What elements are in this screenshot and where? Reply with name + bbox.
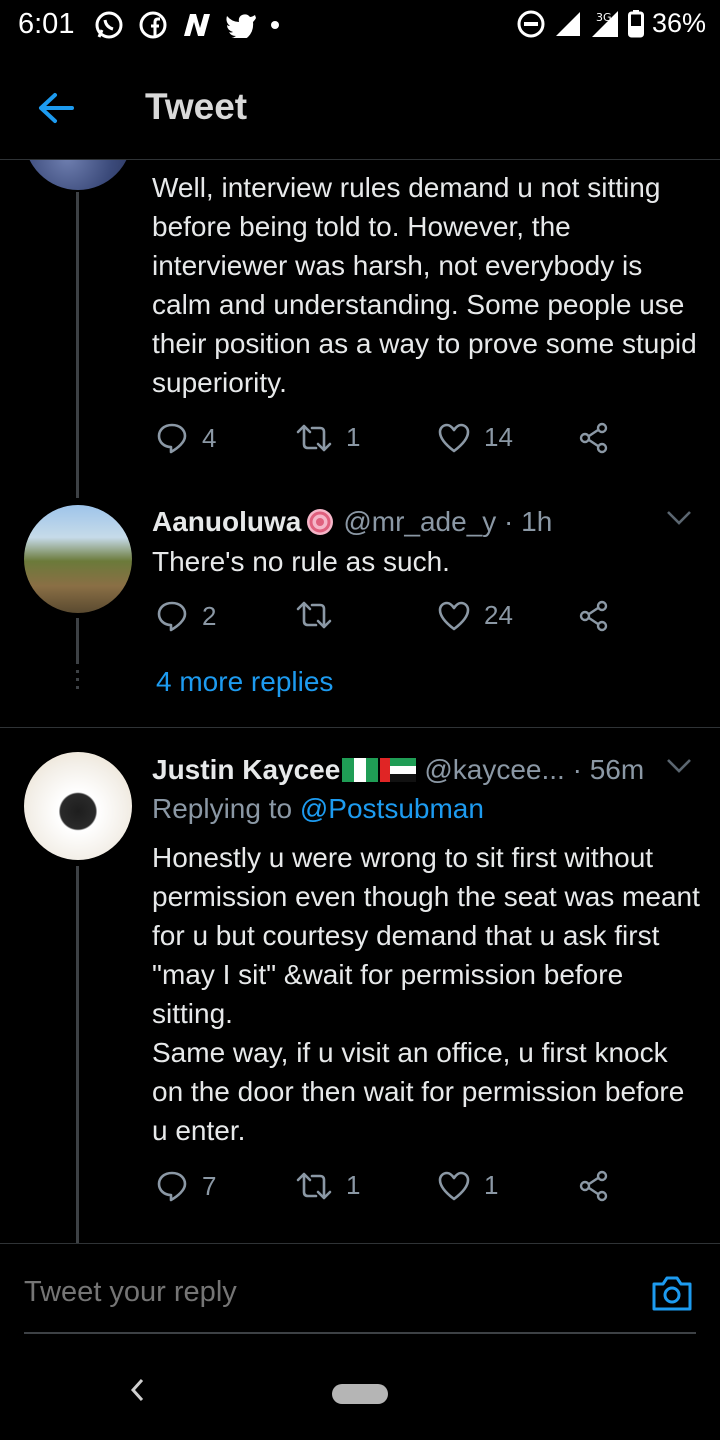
dot-icon — [270, 20, 280, 30]
like-button[interactable]: 24 — [438, 600, 513, 631]
facebook-icon — [138, 10, 168, 40]
tweet-menu-button[interactable] — [666, 510, 692, 531]
reply-button[interactable]: 2 — [156, 600, 216, 632]
tweet-header: Justin Kaycee @kaycee... · 56m — [152, 754, 644, 786]
reply-icon — [157, 1171, 187, 1202]
candy-emoji-icon — [305, 507, 335, 537]
news-icon — [182, 12, 212, 38]
home-pill-button[interactable] — [332, 1384, 388, 1404]
divider — [0, 1243, 720, 1244]
divider — [0, 727, 720, 728]
twitter-icon — [226, 12, 256, 38]
whatsapp-icon — [94, 10, 124, 40]
reply-button[interactable]: 7 — [156, 1170, 216, 1202]
camera-button[interactable] — [650, 1274, 694, 1317]
share-button[interactable] — [578, 600, 610, 632]
chevron-left-icon — [130, 1378, 144, 1402]
mention-link[interactable]: @Postsubman — [300, 793, 484, 824]
app-bar: Tweet — [0, 60, 720, 160]
reply-count: 7 — [202, 1170, 217, 1201]
system-back-button[interactable] — [126, 1376, 148, 1409]
chevron-down-icon — [667, 759, 691, 773]
share-icon — [579, 422, 608, 454]
display-name[interactable]: Aanuoluwa — [152, 506, 301, 538]
chevron-down-icon — [667, 511, 691, 525]
like-count: 14 — [484, 422, 513, 452]
replying-to-prefix: Replying to — [152, 793, 300, 824]
reply-count: 2 — [202, 600, 217, 631]
tweet-paragraph: Same way, if u visit an office, u first … — [152, 1037, 685, 1146]
avatar[interactable] — [24, 752, 132, 860]
arrow-left-icon — [39, 93, 74, 123]
battery-icon — [627, 9, 644, 38]
retweet-count: 1 — [346, 422, 361, 452]
more-replies-link[interactable]: 4 more replies — [156, 666, 333, 698]
tweet-header: Aanuoluwa @mr_ade_y · 1h — [152, 506, 552, 538]
like-button[interactable]: 14 — [438, 422, 513, 453]
reply-button[interactable]: 4 — [156, 422, 216, 454]
status-bar: 6:01 3G 36% — [0, 0, 720, 50]
reply-icon — [157, 601, 187, 632]
retweet-icon — [296, 424, 332, 451]
tweet-paragraph: Honestly u were wrong to sit first witho… — [152, 842, 700, 1029]
thread-dots — [76, 686, 79, 689]
tweet-actions: 4 1 14 — [152, 422, 622, 462]
retweet-button[interactable] — [296, 600, 346, 630]
handle-timestamp: @kaycee... · 56m — [424, 754, 645, 785]
tweet-text: Honestly u were wrong to sit first witho… — [152, 838, 702, 1150]
nigeria-flag-icon — [342, 758, 379, 782]
tweet-actions: 2 24 — [152, 600, 622, 640]
like-count: 1 — [484, 1170, 499, 1200]
network-type: 3G — [596, 11, 612, 24]
reply-count: 4 — [202, 422, 217, 453]
retweet-button[interactable]: 1 — [296, 422, 360, 453]
replying-to: Replying to @Postsubman — [152, 793, 484, 825]
notification-icons — [94, 10, 280, 40]
heart-icon — [438, 1171, 470, 1200]
share-icon — [579, 600, 608, 632]
thread-line — [76, 866, 79, 1244]
system-icons: 3G 36% — [516, 8, 706, 39]
system-nav-bar — [0, 1350, 720, 1440]
handle-timestamp: @mr_ade_y · 1h — [343, 506, 553, 537]
avatar[interactable] — [24, 505, 132, 613]
uae-flag-icon — [380, 758, 417, 782]
retweet-button[interactable]: 1 — [296, 1170, 360, 1201]
signal-3g-icon: 3G — [590, 9, 620, 39]
share-button[interactable] — [578, 422, 610, 454]
display-name[interactable]: Justin Kaycee — [152, 754, 340, 786]
retweet-count: 1 — [346, 1170, 361, 1200]
heart-icon — [438, 601, 470, 630]
retweet-icon — [296, 1172, 332, 1199]
page-title: Tweet — [145, 86, 248, 127]
like-button[interactable]: 1 — [438, 1170, 498, 1201]
back-button[interactable] — [32, 84, 80, 132]
like-count: 24 — [484, 600, 513, 630]
do-not-disturb-icon — [516, 9, 546, 39]
share-button[interactable] — [578, 1170, 610, 1202]
reply-input[interactable] — [24, 1276, 624, 1309]
thread-line — [76, 618, 79, 664]
heart-icon — [438, 423, 470, 452]
tweet-text: There's no rule as such. — [152, 546, 450, 577]
retweet-icon — [296, 601, 332, 629]
tweet-actions: 7 1 1 — [152, 1170, 622, 1210]
battery-percent: 36% — [651, 8, 706, 38]
camera-icon — [652, 1276, 692, 1311]
thread-dots — [76, 670, 79, 673]
reply-icon — [157, 423, 187, 454]
share-icon — [579, 1170, 608, 1202]
thread-dots — [76, 678, 79, 681]
tweet-menu-button[interactable] — [666, 758, 692, 779]
tweet-text: Well, interview rules demand u not sitti… — [152, 172, 697, 398]
signal-icon — [554, 10, 582, 38]
thread-line — [76, 192, 79, 498]
reply-composer — [24, 1258, 696, 1334]
status-time: 6:01 — [18, 8, 75, 40]
